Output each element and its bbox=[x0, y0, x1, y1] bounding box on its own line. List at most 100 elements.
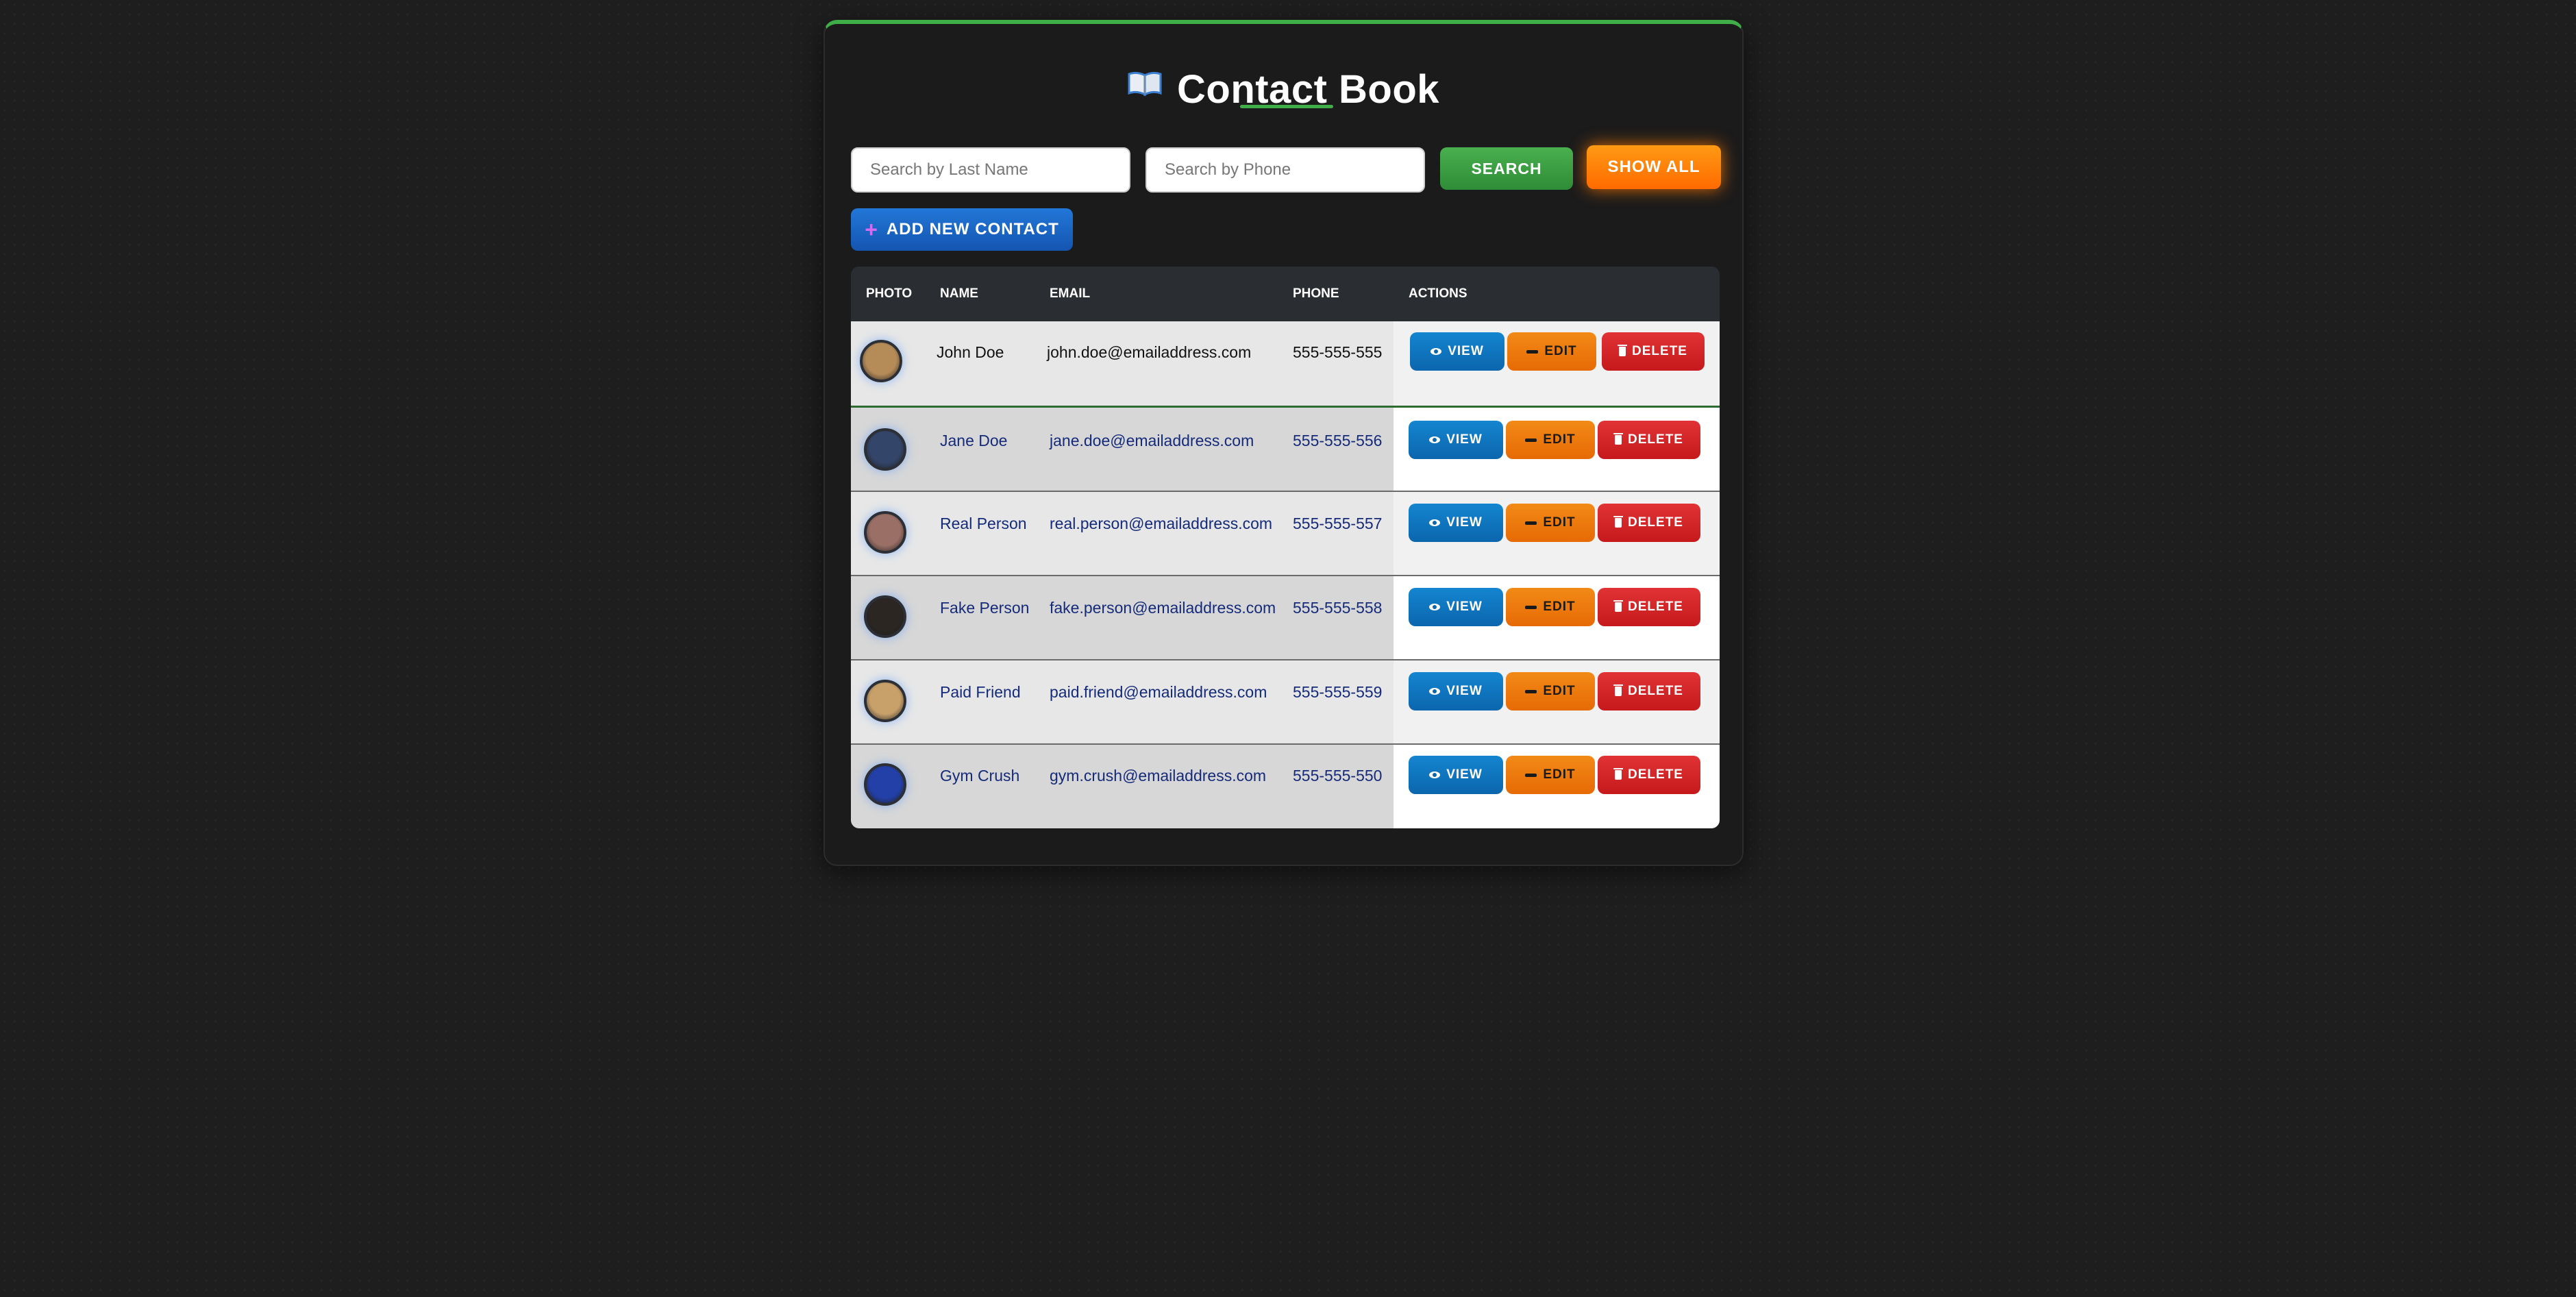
pencil-icon bbox=[1525, 689, 1537, 693]
show-all-button[interactable]: SHOW ALL bbox=[1587, 145, 1721, 189]
contact-name: Real Person bbox=[940, 515, 1027, 532]
contact-email: gym.crush@emailaddress.com bbox=[1050, 767, 1267, 785]
contact-phone: 555-555-559 bbox=[1293, 683, 1383, 701]
view-button-label: VIEW bbox=[1446, 600, 1483, 614]
contact-email: real.person@emailaddress.com bbox=[1050, 515, 1273, 532]
search-phone-input[interactable] bbox=[1145, 147, 1425, 193]
delete-button-label: DELETE bbox=[1628, 432, 1683, 447]
plus-icon: + bbox=[865, 217, 878, 242]
edit-button[interactable]: EDIT bbox=[1506, 588, 1595, 626]
view-button-label: VIEW bbox=[1448, 344, 1484, 358]
table-row: Paid Friend paid.friend@emailaddress.com… bbox=[851, 660, 1720, 745]
eye-icon bbox=[1429, 688, 1441, 695]
view-button[interactable]: VIEW bbox=[1409, 672, 1503, 711]
eye-icon bbox=[1429, 519, 1441, 526]
delete-button-label: DELETE bbox=[1628, 767, 1683, 782]
header-photo: PHOTO bbox=[866, 286, 913, 301]
trash-icon bbox=[1613, 433, 1624, 445]
view-button[interactable]: VIEW bbox=[1409, 504, 1503, 542]
edit-button[interactable]: EDIT bbox=[1506, 672, 1595, 711]
edit-button-label: EDIT bbox=[1543, 432, 1576, 447]
avatar bbox=[864, 763, 906, 806]
avatar bbox=[864, 680, 906, 722]
show-all-button-label: SHOW ALL bbox=[1607, 158, 1700, 176]
row-data-cells bbox=[851, 321, 1394, 406]
delete-button[interactable]: DELETE bbox=[1598, 504, 1700, 542]
header: Contact Book bbox=[825, 51, 1742, 127]
view-button-label: VIEW bbox=[1446, 684, 1483, 698]
trash-icon bbox=[1613, 684, 1624, 696]
table-row: Jane Doe jane.doe@emailaddress.com 555-5… bbox=[851, 408, 1720, 492]
search-button[interactable]: SEARCH bbox=[1440, 147, 1573, 190]
delete-button-label: DELETE bbox=[1628, 515, 1683, 530]
edit-button-label: EDIT bbox=[1543, 515, 1576, 530]
delete-button[interactable]: DELETE bbox=[1598, 588, 1700, 626]
avatar bbox=[864, 595, 906, 638]
pencil-icon bbox=[1525, 521, 1537, 525]
eye-icon bbox=[1429, 436, 1441, 443]
delete-button[interactable]: DELETE bbox=[1602, 332, 1705, 371]
contact-phone: 555-555-556 bbox=[1293, 432, 1383, 449]
add-new-contact-button[interactable]: + ADD NEW CONTACT bbox=[851, 208, 1073, 251]
delete-button[interactable]: DELETE bbox=[1598, 672, 1700, 711]
edit-button-label: EDIT bbox=[1543, 600, 1576, 614]
view-button[interactable]: VIEW bbox=[1409, 588, 1503, 626]
edit-button[interactable]: EDIT bbox=[1506, 421, 1595, 459]
table-row: Fake Person fake.person@emailaddress.com… bbox=[851, 576, 1720, 660]
trash-icon bbox=[1613, 600, 1624, 612]
contact-phone: 555-555-557 bbox=[1293, 515, 1383, 532]
contacts-table: PHOTO NAME EMAIL PHONE ACTIONS John Doe … bbox=[851, 267, 1720, 828]
trash-icon bbox=[1613, 768, 1624, 780]
delete-button[interactable]: DELETE bbox=[1598, 421, 1700, 459]
delete-button-label: DELETE bbox=[1632, 344, 1687, 358]
contact-email: john.doe@emailaddress.com bbox=[1047, 343, 1252, 361]
eye-icon bbox=[1431, 348, 1442, 355]
avatar bbox=[864, 511, 906, 554]
edit-button-label: EDIT bbox=[1543, 684, 1576, 698]
delete-button-label: DELETE bbox=[1628, 684, 1683, 698]
view-button[interactable]: VIEW bbox=[1410, 332, 1504, 371]
table-row: Real Person real.person@emailaddress.com… bbox=[851, 492, 1720, 576]
header-actions: ACTIONS bbox=[1409, 286, 1467, 301]
pencil-icon bbox=[1525, 438, 1537, 442]
title-underline bbox=[1240, 105, 1333, 108]
header-phone: PHONE bbox=[1293, 286, 1339, 301]
view-button[interactable]: VIEW bbox=[1409, 756, 1503, 794]
contact-email: jane.doe@emailaddress.com bbox=[1050, 432, 1254, 449]
trash-icon bbox=[1613, 516, 1624, 528]
view-button-label: VIEW bbox=[1446, 432, 1483, 447]
header-name: NAME bbox=[940, 286, 978, 301]
avatar bbox=[860, 340, 902, 382]
eye-icon bbox=[1429, 604, 1441, 610]
edit-button[interactable]: EDIT bbox=[1507, 332, 1596, 371]
contact-name: Jane Doe bbox=[940, 432, 1008, 449]
add-new-contact-label: ADD NEW CONTACT bbox=[886, 220, 1059, 238]
row-data-cells bbox=[851, 745, 1394, 828]
contact-phone: 555-555-558 bbox=[1293, 599, 1383, 617]
table-row: John Doe john.doe@emailaddress.com 555-5… bbox=[851, 321, 1720, 408]
trash-icon bbox=[1618, 345, 1628, 356]
row-data-cells bbox=[851, 576, 1394, 659]
delete-button[interactable]: DELETE bbox=[1598, 756, 1700, 794]
contact-email: paid.friend@emailaddress.com bbox=[1050, 683, 1267, 701]
contact-name: Fake Person bbox=[940, 599, 1030, 617]
contact-name: John Doe bbox=[937, 343, 1004, 361]
contact-phone: 555-555-550 bbox=[1293, 767, 1383, 785]
header-email: EMAIL bbox=[1050, 286, 1091, 301]
edit-button[interactable]: EDIT bbox=[1506, 756, 1595, 794]
view-button-label: VIEW bbox=[1446, 515, 1483, 530]
pencil-icon bbox=[1525, 605, 1537, 609]
search-last-name-input[interactable] bbox=[851, 147, 1130, 193]
edit-button[interactable]: EDIT bbox=[1506, 504, 1595, 542]
contact-name: Paid Friend bbox=[940, 683, 1021, 701]
edit-button-label: EDIT bbox=[1544, 344, 1577, 358]
open-book-icon bbox=[1128, 70, 1162, 97]
view-button[interactable]: VIEW bbox=[1409, 421, 1503, 459]
table-row: Gym Crush gym.crush@emailaddress.com 555… bbox=[851, 745, 1720, 828]
avatar bbox=[864, 428, 906, 471]
contact-phone: 555-555-555 bbox=[1293, 343, 1383, 361]
pencil-icon bbox=[1525, 773, 1537, 777]
pencil-icon bbox=[1526, 349, 1539, 354]
table-header: PHOTO NAME EMAIL PHONE ACTIONS bbox=[851, 267, 1720, 321]
search-button-label: SEARCH bbox=[1471, 159, 1542, 177]
